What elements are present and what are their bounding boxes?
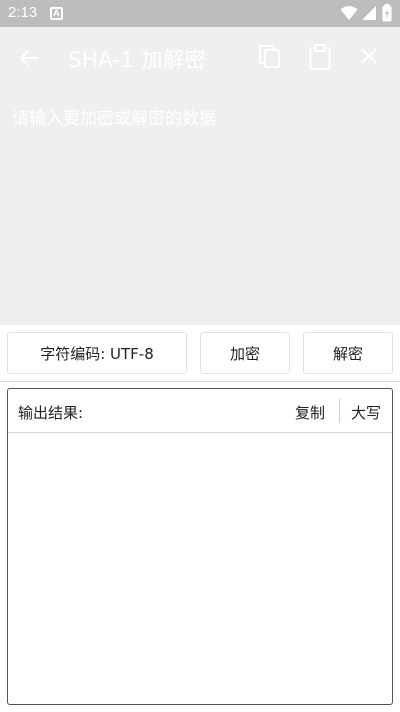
encrypt-label: 加密	[229, 344, 260, 363]
wifi-icon	[340, 6, 358, 20]
battery-charging-icon	[382, 4, 392, 22]
notification-badge-icon: A	[50, 7, 63, 20]
output-panel: 输出结果: 复制 大写	[7, 388, 393, 705]
encoding-label: 字符编码: UTF-8	[40, 344, 154, 363]
status-time: 2:13	[8, 4, 38, 21]
encoding-button[interactable]: 字符编码: UTF-8	[7, 332, 187, 374]
decrypt-button[interactable]: 解密	[303, 332, 393, 374]
app-bar: SHA-1 加解密	[0, 27, 400, 89]
output-header: 输出结果: 复制 大写	[8, 389, 392, 433]
data-input[interactable]	[12, 102, 388, 312]
divider	[0, 381, 400, 382]
output-text[interactable]	[8, 434, 392, 704]
uppercase-button[interactable]: 大写	[351, 402, 381, 423]
page-title: SHA-1 加解密	[68, 48, 207, 72]
editor-area: SHA-1 加解密 请输入要加密或解密的数据	[0, 27, 400, 325]
signal-icon	[362, 6, 376, 20]
copy-output-button[interactable]: 复制	[295, 402, 325, 423]
copy-icon[interactable]	[259, 45, 281, 69]
encrypt-button[interactable]: 加密	[200, 332, 290, 374]
back-arrow-icon[interactable]	[18, 47, 40, 69]
divider	[339, 399, 340, 423]
close-icon[interactable]	[359, 46, 379, 66]
clipboard-icon[interactable]	[309, 44, 331, 70]
decrypt-label: 解密	[332, 344, 363, 363]
output-label: 输出结果:	[18, 404, 84, 422]
status-bar: 2:13 A	[0, 0, 400, 27]
